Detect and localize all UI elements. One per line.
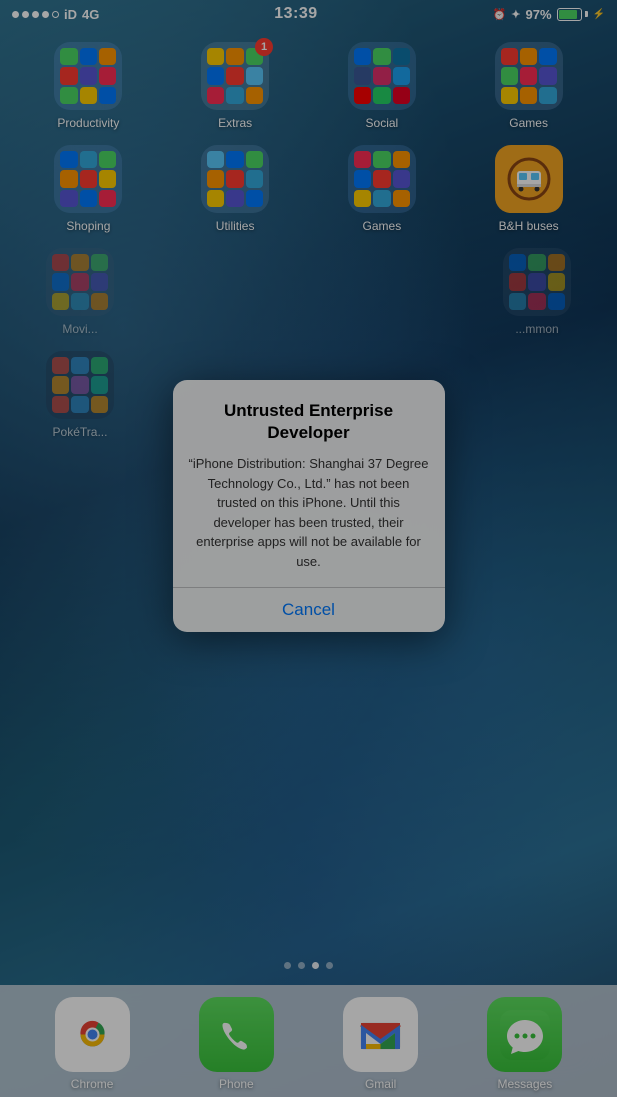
dialog-overlay [0, 0, 617, 1097]
